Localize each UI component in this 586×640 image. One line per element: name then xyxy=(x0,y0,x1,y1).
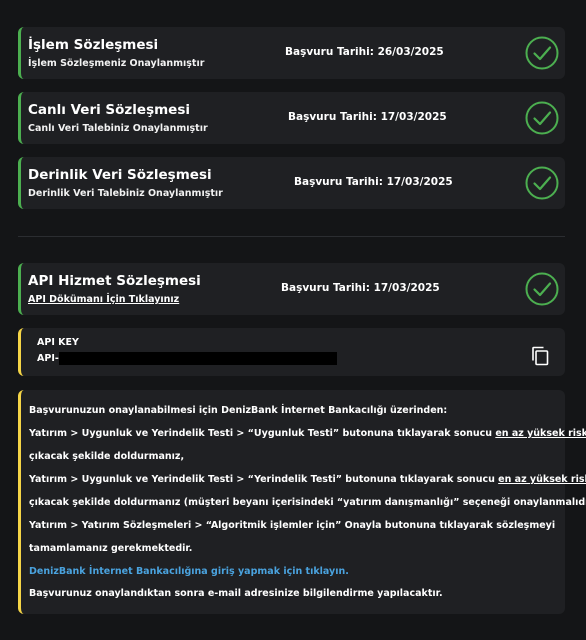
info-step1: Yatırım > Uygunluk ve Yerindelik Testi >… xyxy=(29,428,586,439)
contract-status-text: Canlı Veri Talebiniz Onaylanmıştır xyxy=(28,123,208,134)
api-key-label: API KEY xyxy=(37,337,79,348)
api-key-card: API KEY API- xyxy=(18,328,565,376)
application-date: Başvuru Tarihi: 17/03/2025 xyxy=(281,282,440,294)
application-date: Başvuru Tarihi: 17/03/2025 xyxy=(288,111,447,123)
application-date: Başvuru Tarihi: 17/03/2025 xyxy=(294,176,453,188)
contract-title: İşlem Sözleşmesi xyxy=(28,37,159,53)
check-circle-icon xyxy=(525,166,559,200)
info-step2: Yatırım > Uygunluk ve Yerindelik Testi >… xyxy=(29,474,586,485)
info-card: Başvurunuzun onaylanabilmesi için DenizB… xyxy=(18,390,586,614)
info-step1-text: Yatırım > Uygunluk ve Yerindelik Testi >… xyxy=(29,428,496,439)
check-circle-icon xyxy=(525,36,559,70)
section-divider xyxy=(18,236,565,237)
copy-icon[interactable] xyxy=(531,346,549,366)
contract-card-canli-veri: Canlı Veri Sözleşmesi Canlı Veri Talebin… xyxy=(18,92,565,144)
info-step2-text: Yatırım > Uygunluk ve Yerindelik Testi >… xyxy=(29,474,499,485)
check-circle-icon xyxy=(525,272,559,306)
contract-title: Derinlik Veri Sözleşmesi xyxy=(28,167,212,183)
contract-status-text: Derinlik Veri Talebiniz Onaylanmıştır xyxy=(28,188,223,199)
info-step1-cont: çıkacak şekilde doldurmanız, xyxy=(29,451,185,462)
contract-title: Canlı Veri Sözleşmesi xyxy=(28,102,190,118)
info-step1-emphasis: en az yüksek riskli xyxy=(495,428,586,439)
api-key-value: API- xyxy=(37,352,337,365)
api-key-prefix: API- xyxy=(37,353,59,364)
contract-card-derinlik-veri: Derinlik Veri Sözleşmesi Derinlik Veri T… xyxy=(18,157,565,209)
contract-title: API Hizmet Sözleşmesi xyxy=(28,273,201,289)
api-key-redacted xyxy=(58,352,337,365)
api-docs-link[interactable]: API Dökümanı İçin Tıklayınız xyxy=(28,294,179,305)
bank-login-link[interactable]: DenizBank İnternet Bankacılığına giriş y… xyxy=(29,566,349,577)
info-step3: Yatırım > Yatırım Sözleşmeleri > “Algori… xyxy=(29,520,556,531)
contract-card-api-hizmet: API Hizmet Sözleşmesi API Dökümanı İçin … xyxy=(18,263,565,315)
info-intro: Başvurunuzun onaylanabilmesi için DenizB… xyxy=(29,405,448,416)
info-step2-cont: çıkacak şekilde doldurmanız (müşteri bey… xyxy=(29,497,586,508)
check-circle-icon xyxy=(525,101,559,135)
application-date: Başvuru Tarihi: 26/03/2025 xyxy=(285,46,444,58)
info-step3-cont: tamamlamanız gerekmektedir. xyxy=(29,543,193,554)
info-footer: Başvurunuz onaylandıktan sonra e-mail ad… xyxy=(29,588,443,599)
contract-card-islem: İşlem Sözleşmesi İşlem Sözleşmeniz Onayl… xyxy=(18,27,565,79)
contract-status-text: İşlem Sözleşmeniz Onaylanmıştır xyxy=(28,58,205,69)
info-step2-emphasis: en az yüksek riskli xyxy=(498,474,586,485)
